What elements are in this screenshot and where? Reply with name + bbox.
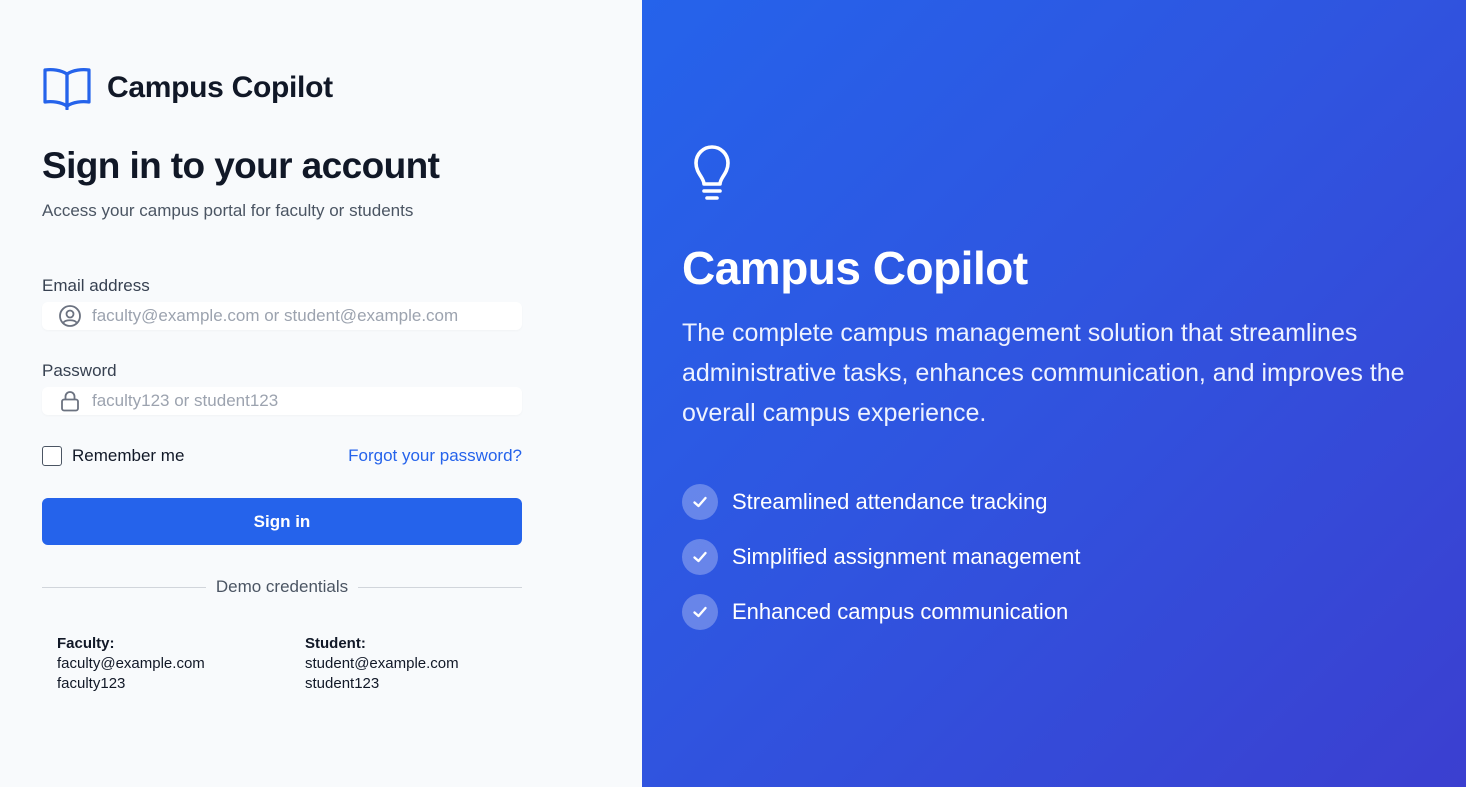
feature-text: Enhanced campus communication — [732, 599, 1069, 624]
feature-item: Simplified assignment management — [682, 539, 1081, 575]
feature-text: Simplified assignment management — [732, 544, 1081, 569]
promo-description: The complete campus management solution … — [682, 319, 1405, 427]
check-icon — [682, 484, 718, 520]
remember-me[interactable]: Remember me — [42, 446, 184, 466]
faculty-title: Faculty: — [57, 635, 115, 652]
remember-row: Remember me Forgot your password? — [42, 445, 522, 467]
feature-text: Streamlined attendance tracking — [732, 489, 1048, 514]
check-icon — [682, 594, 718, 630]
remember-checkbox[interactable] — [42, 446, 62, 466]
feature-item: Streamlined attendance tracking — [682, 484, 1081, 520]
divider-line — [42, 586, 206, 588]
demo-divider: Demo credentials — [42, 576, 522, 598]
page-title: Sign in to your account — [42, 145, 440, 186]
password-input[interactable] — [92, 387, 512, 415]
sign-in-button[interactable]: Sign in — [42, 498, 522, 545]
divider-line — [358, 586, 522, 588]
lightbulb-icon — [694, 145, 730, 200]
email-field[interactable] — [42, 302, 522, 330]
promo-title: Campus Copilot — [682, 242, 1028, 294]
student-password: student123 — [305, 675, 380, 692]
email-input[interactable] — [92, 302, 512, 330]
user-circle-icon — [56, 302, 84, 330]
password-field[interactable] — [42, 387, 522, 415]
email-label: Email address — [42, 276, 150, 295]
feature-item: Enhanced campus communication — [682, 594, 1081, 630]
brand: Campus Copilot — [42, 66, 333, 110]
faculty-email: faculty@example.com — [57, 655, 205, 672]
password-label: Password — [42, 361, 117, 380]
promo-panel: Campus Copilot The complete campus manag… — [642, 0, 1466, 787]
check-icon — [682, 539, 718, 575]
remember-label[interactable]: Remember me — [72, 446, 184, 466]
forgot-password-link[interactable]: Forgot your password? — [348, 446, 522, 466]
student-title: Student: — [305, 635, 366, 652]
faculty-password: faculty123 — [57, 675, 126, 692]
demo-credentials-label: Demo credentials — [215, 577, 349, 596]
feature-list: Streamlined attendance tracking Simplifi… — [682, 484, 1081, 649]
sign-in-panel: Campus Copilot Sign in to your account A… — [0, 0, 642, 787]
faculty-credentials: Faculty: faculty@example.com faculty123 — [57, 634, 205, 694]
student-credentials: Student: student@example.com student123 — [305, 634, 459, 694]
page-subtitle: Access your campus portal for faculty or… — [42, 201, 414, 220]
book-open-icon — [43, 68, 91, 110]
student-email: student@example.com — [305, 655, 459, 672]
login-page: Campus Copilot Sign in to your account A… — [0, 0, 1466, 787]
lock-icon — [56, 387, 84, 415]
brand-name: Campus Copilot — [107, 71, 333, 104]
